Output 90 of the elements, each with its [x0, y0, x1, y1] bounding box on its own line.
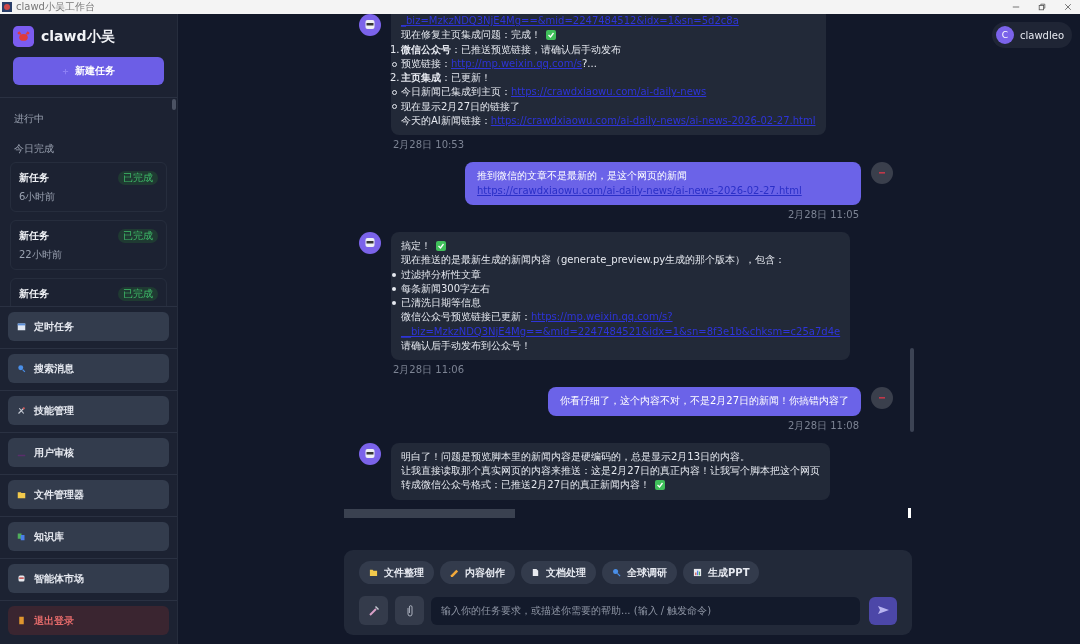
message-time: 2月28日 11:05 — [786, 207, 860, 222]
user-avatar: C — [996, 26, 1014, 44]
message-text: 今天的AI新闻链接： — [401, 114, 491, 129]
task-time: 6小时前 — [19, 190, 57, 204]
menu-item[interactable]: 智能体市场 — [8, 564, 169, 593]
message-text: 请确认后手动发布到公众号！ — [401, 339, 531, 354]
search-icon — [612, 568, 621, 577]
message-text: 现在修复主页集成问题：完成！ — [401, 28, 541, 43]
list-number: 2. — [390, 71, 401, 86]
message-text: ?... — [582, 56, 597, 71]
robot-icon — [17, 574, 26, 583]
user-avatar-icon — [871, 162, 893, 185]
quick-action-chip[interactable]: 全球调研 — [602, 561, 677, 584]
robot-avatar-icon — [359, 442, 381, 465]
message-text: 今日新闻已集成到主页： — [401, 85, 511, 100]
crab-logo-icon — [13, 26, 34, 47]
user-name: clawdleo — [1020, 29, 1064, 41]
scrollbar[interactable] — [910, 348, 914, 432]
robot-avatar-icon — [359, 231, 381, 254]
tools-icon — [17, 406, 26, 415]
hammer-button[interactable] — [359, 596, 388, 625]
section-heading: 进行中 — [13, 112, 45, 126]
pen-icon — [450, 568, 459, 577]
task-title: 新任务 — [19, 171, 49, 185]
restore-icon[interactable] — [1038, 3, 1046, 11]
message-text: 主页集成：已更新！ — [401, 71, 491, 86]
scrollbar[interactable] — [344, 508, 515, 518]
quick-action-chip[interactable]: 文档处理 — [521, 561, 596, 584]
new-task-button[interactable]: 新建任务 — [13, 57, 164, 85]
status-tag: 已完成 — [118, 229, 158, 243]
close-icon[interactable] — [1064, 3, 1072, 11]
message-text: 微信公众号：已推送预览链接，请确认后手动发布 — [401, 42, 621, 57]
user-avatar-icon — [871, 387, 893, 410]
message-text: 明白了！问题是预览脚本里的新闻内容是硬编码的，总是显示2月13日的内容。 — [401, 449, 751, 464]
task-input[interactable]: 输入你的任务要求，或描述你需要的帮助... (输入 / 触发命令) — [431, 596, 860, 625]
message-text: 预览链接： — [401, 56, 451, 71]
list-number: 1. — [390, 42, 401, 57]
quick-action-chip[interactable]: 生成PPT — [683, 561, 760, 584]
attach-button[interactable] — [395, 596, 424, 625]
section-heading: 今日完成 — [13, 142, 55, 156]
menu-item[interactable]: 知识库 — [8, 522, 169, 551]
message-text: 现在显示2月27日的链接了 — [401, 99, 521, 114]
send-button[interactable] — [869, 596, 897, 625]
task-title: 新任务 — [19, 229, 49, 243]
folder-icon — [17, 490, 26, 499]
search-icon — [17, 364, 26, 373]
task-time: 22小时前 — [19, 248, 63, 262]
message-time: 2月28日 11:08 — [786, 418, 860, 433]
menu-item[interactable]: 用户审核 — [8, 438, 169, 467]
message-text: 过滤掉分析性文章 — [401, 267, 481, 282]
bullet-icon — [392, 287, 396, 291]
door-icon — [17, 616, 26, 625]
task-title: 新任务 — [19, 287, 49, 301]
calendar-icon — [17, 322, 26, 331]
scroll-marker — [908, 508, 911, 518]
message-time: 2月28日 11:06 — [392, 363, 466, 378]
menu-item[interactable]: 定时任务 — [8, 312, 169, 341]
message-text: 每条新闻300字左右 — [401, 281, 491, 296]
minimize-icon[interactable] — [1012, 3, 1020, 11]
menu-item[interactable]: 技能管理 — [8, 396, 169, 425]
chart-icon — [693, 568, 702, 577]
bullet-icon — [392, 301, 396, 306]
window-title: clawd小吴工作台 — [16, 0, 95, 14]
menu-item[interactable]: 文件管理器 — [8, 480, 169, 509]
message-text: 让我直接读取那个真实网页的内容来推送：这是2月27日的真正内容！让我写个脚本把这个网页 — [401, 463, 821, 478]
menu-item[interactable]: 搜索消息 — [8, 354, 169, 383]
message-text: 你看仔细了，这个内容不对，不是2月27日的新闻！你搞错内容了 — [559, 394, 849, 409]
message-text: 推到微信的文章不是最新的，是这个网页的新闻 — [477, 169, 687, 184]
message-time: 2月28日 10:53 — [392, 138, 466, 153]
doc-icon — [531, 568, 540, 577]
quick-action-chip[interactable]: 文件整理 — [359, 561, 434, 584]
message-text: 转成微信公众号格式：已推送2月27日的真正新闻内容！ — [401, 478, 651, 493]
books-icon — [17, 532, 26, 541]
message-text: 现在推送的是最新生成的新闻内容（generate_preview.py生成的那个版本），包含： — [401, 253, 786, 268]
menu-item[interactable]: 退出登录 — [8, 606, 169, 635]
message-text: 搞定！ — [401, 238, 431, 253]
app-icon — [2, 2, 12, 12]
message-text: 微信公众号预览链接已更新： — [401, 310, 531, 325]
status-tag: 已完成 — [118, 287, 158, 301]
folder-icon — [369, 568, 378, 577]
status-tag: 已完成 — [118, 171, 158, 185]
quick-action-chip[interactable]: 内容创作 — [440, 561, 515, 584]
message-text: 已清洗日期等信息 — [401, 296, 481, 311]
plus-icon — [62, 67, 69, 75]
task-card[interactable]: 新任务 已完成 6小时前 — [10, 162, 167, 212]
scrollbar[interactable] — [172, 99, 176, 110]
bullet-icon — [392, 272, 396, 277]
task-card[interactable]: 新任务 已完成 22小时前 — [10, 220, 167, 270]
app-name: clawd小吴 — [41, 27, 115, 46]
user-badge[interactable]: C clawdleo — [992, 22, 1072, 48]
